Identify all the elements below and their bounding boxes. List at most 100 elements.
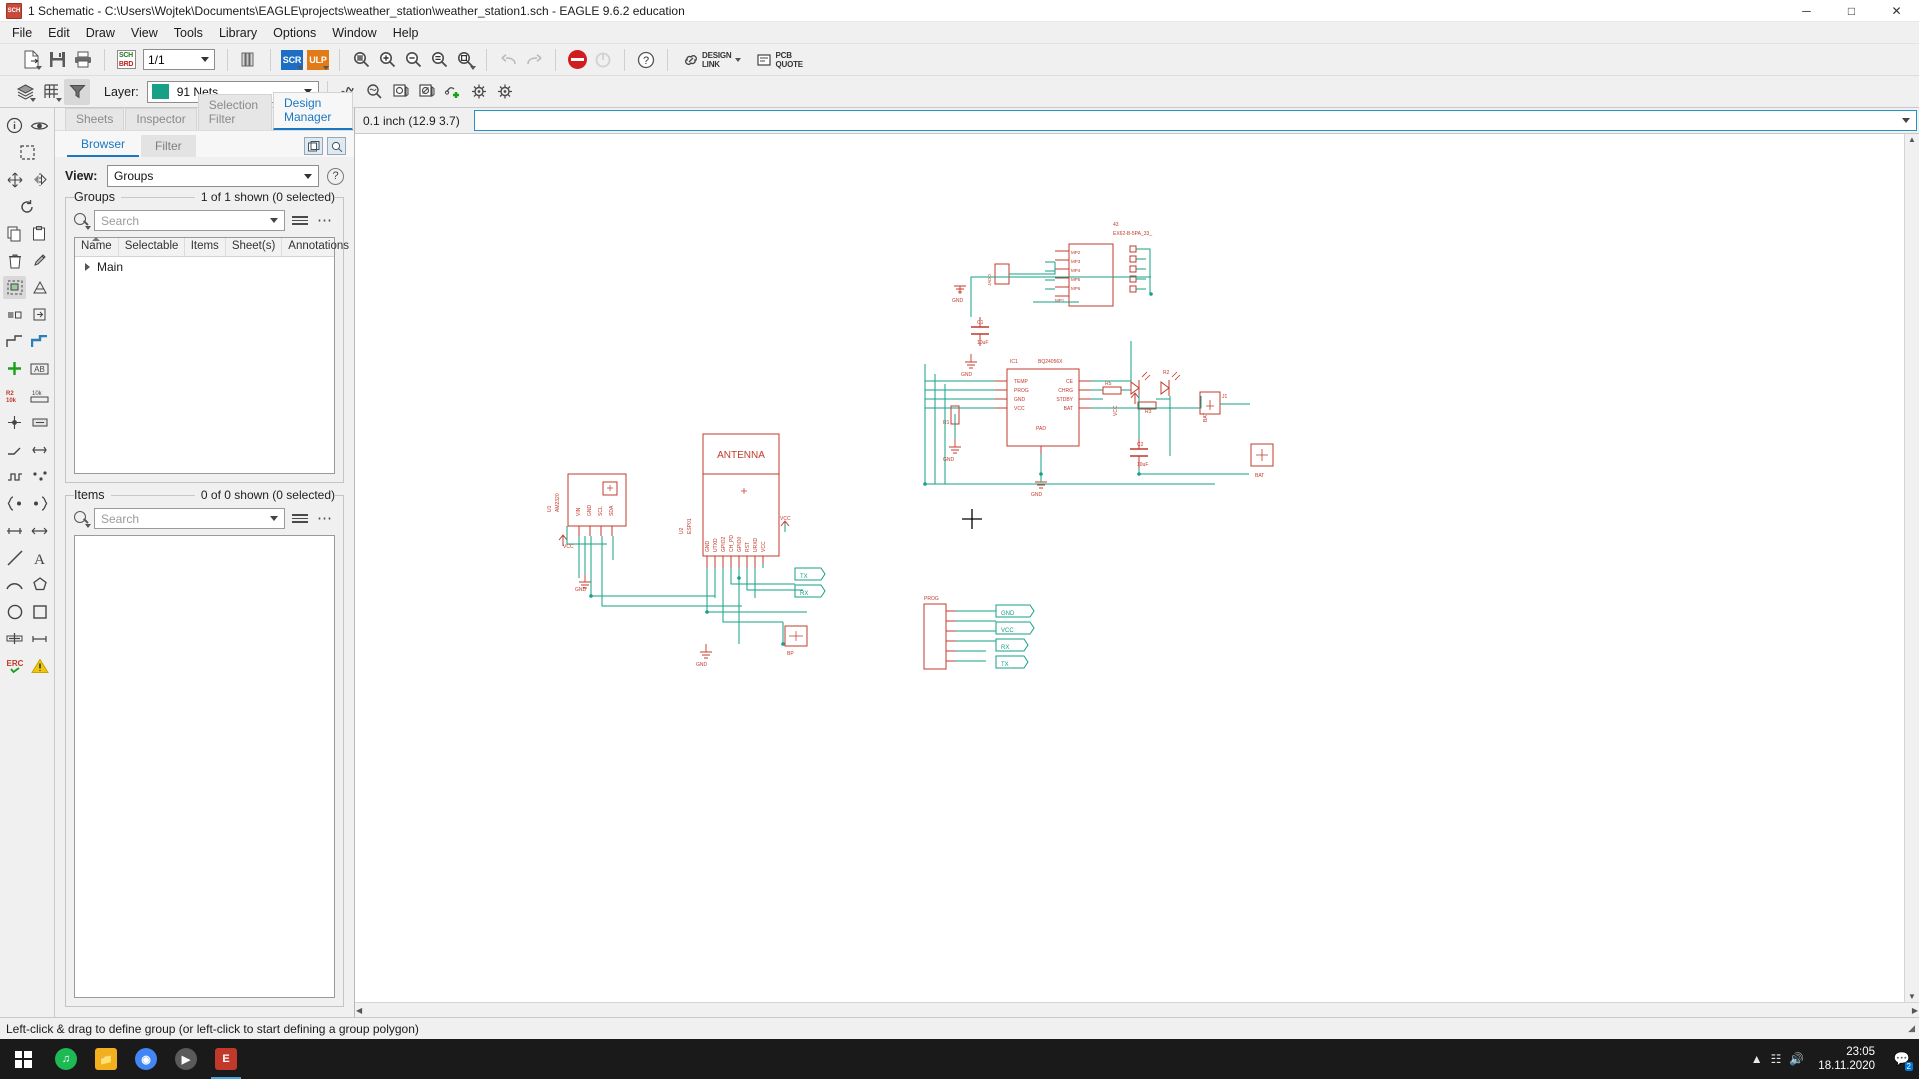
taskbar-app-eagle[interactable]: E — [206, 1039, 246, 1079]
junction-icon[interactable] — [3, 411, 26, 434]
selection-filter-button[interactable] — [64, 78, 90, 105]
search-icon[interactable] — [74, 511, 91, 528]
rectangle-icon[interactable] — [28, 600, 51, 623]
items-more-options-button[interactable]: ⋯ — [315, 511, 335, 526]
show-eye-icon[interactable] — [28, 114, 51, 137]
search-icon[interactable] — [74, 213, 91, 230]
close-button[interactable]: ✕ — [1874, 0, 1919, 22]
open-file-button[interactable] — [18, 47, 44, 73]
tab-selection-filter[interactable]: Selection Filter — [197, 94, 272, 130]
tab-inspector[interactable]: Inspector — [125, 108, 197, 130]
new-window-icon[interactable] — [304, 137, 323, 155]
taskbar-clock[interactable]: 23:05 18.11.2020 — [1812, 1045, 1881, 1073]
canvas-horizontal-scrollbar[interactable]: ◀ ▶ — [355, 1002, 1919, 1017]
start-button[interactable] — [0, 1039, 46, 1079]
subtab-browser[interactable]: Browser — [67, 133, 140, 157]
scatter-icon[interactable] — [28, 465, 51, 488]
menu-library[interactable]: Library — [211, 24, 265, 42]
tab-sheets[interactable]: Sheets — [65, 108, 125, 130]
smash-icon[interactable]: 10k — [28, 384, 51, 407]
run-script-button[interactable]: SCR — [279, 47, 305, 73]
pcb-quote-button[interactable]: PCB QUOTE — [749, 51, 810, 69]
meander-icon[interactable] — [3, 465, 26, 488]
taskbar-app-spotify[interactable]: ♫ — [46, 1039, 86, 1079]
column-name[interactable]: Name — [75, 237, 119, 256]
notification-center-button[interactable]: 💬 2 — [1889, 1039, 1915, 1079]
arc-icon[interactable] — [3, 573, 26, 596]
menu-draw[interactable]: Draw — [78, 24, 123, 42]
column-sheets[interactable]: Sheet(s) — [226, 238, 283, 256]
view-selector[interactable]: Groups — [107, 165, 319, 187]
groups-search-box[interactable] — [94, 210, 285, 231]
group-icon[interactable] — [3, 276, 26, 299]
change-icon[interactable] — [28, 249, 51, 272]
add-icon[interactable] — [3, 357, 26, 380]
erc-settings-button[interactable] — [466, 79, 492, 105]
canvas-vertical-scrollbar[interactable]: ▲ ▼ — [1904, 134, 1919, 1002]
menu-window[interactable]: Window — [324, 24, 384, 42]
grid-settings-button[interactable] — [38, 79, 64, 105]
mitre-icon[interactable] — [3, 438, 26, 461]
redo-button[interactable] — [521, 47, 547, 73]
value-icon[interactable]: R2 10k — [3, 384, 26, 407]
text-icon[interactable]: A — [28, 546, 51, 569]
column-selectable[interactable]: Selectable — [119, 238, 185, 256]
groups-list-options-button[interactable] — [290, 212, 310, 229]
stop-button[interactable] — [564, 47, 590, 73]
add-part-button[interactable] — [440, 79, 466, 105]
menu-tools[interactable]: Tools — [166, 24, 211, 42]
show-layers-button[interactable] — [388, 79, 414, 105]
save-button[interactable] — [44, 47, 70, 73]
menu-edit[interactable]: Edit — [40, 24, 78, 42]
zoom-in-button[interactable] — [374, 47, 400, 73]
array-icon[interactable] — [28, 627, 51, 650]
undo-button[interactable] — [495, 47, 521, 73]
scroll-up-arrow[interactable]: ▲ — [1907, 134, 1917, 145]
route-icon[interactable] — [28, 438, 51, 461]
items-search-input[interactable] — [101, 511, 278, 526]
menu-options[interactable]: Options — [265, 24, 324, 42]
groups-tree[interactable]: Name Selectable Items Sheet(s) Annotatio… — [74, 237, 357, 474]
info-icon[interactable] — [3, 114, 26, 137]
net-icon[interactable] — [3, 330, 26, 353]
refresh-button[interactable] — [590, 47, 616, 73]
bracket-right-icon[interactable] — [28, 492, 51, 515]
hide-layers-button[interactable] — [414, 79, 440, 105]
redraw-button[interactable] — [426, 47, 452, 73]
bus-icon[interactable] — [28, 330, 51, 353]
label-icon[interactable]: AB — [28, 357, 51, 380]
taskbar-app-file-explorer[interactable]: 📁 — [86, 1039, 126, 1079]
chevron-up-icon[interactable]: ▲ — [1751, 1052, 1763, 1066]
print-button[interactable] — [70, 47, 96, 73]
measure-icon[interactable] — [28, 519, 51, 542]
column-items[interactable]: Items — [185, 238, 226, 256]
maximize-button[interactable]: □ — [1829, 0, 1874, 22]
taskbar-app-media-player[interactable]: ▶ — [166, 1039, 206, 1079]
groups-search-input[interactable] — [101, 213, 278, 228]
polygon-icon[interactable] — [28, 573, 51, 596]
menu-file[interactable]: File — [4, 24, 40, 42]
subtab-filter[interactable]: Filter — [141, 135, 196, 157]
display-icon[interactable] — [16, 141, 39, 164]
expand-triangle-icon[interactable] — [85, 263, 90, 271]
rotate-icon[interactable] — [16, 195, 39, 218]
zoom-select-button[interactable] — [452, 47, 478, 73]
layer-settings-button[interactable] — [12, 79, 38, 105]
dimension-icon[interactable] — [3, 519, 26, 542]
command-input[interactable] — [474, 111, 1916, 130]
resize-grip-icon[interactable]: ◢ — [1908, 1023, 1915, 1034]
command-input-wrapper[interactable] — [473, 110, 1917, 131]
menu-help[interactable]: Help — [385, 24, 427, 42]
name-icon[interactable] — [28, 411, 51, 434]
warning-icon[interactable] — [28, 654, 51, 677]
scroll-left-arrow[interactable]: ◀ — [355, 1005, 363, 1016]
paste-icon[interactable] — [28, 222, 51, 245]
wifi-icon[interactable]: ☷ — [1771, 1052, 1782, 1066]
line-icon[interactable] — [3, 546, 26, 569]
design-link-button[interactable]: DESIGN LINK — [676, 51, 749, 69]
zoom-to-fit-icon[interactable] — [327, 137, 346, 155]
split-icon[interactable] — [3, 303, 26, 326]
delete-icon[interactable] — [3, 249, 26, 272]
run-ulp-button[interactable]: ULP — [305, 47, 331, 73]
move-icon[interactable] — [3, 168, 26, 191]
